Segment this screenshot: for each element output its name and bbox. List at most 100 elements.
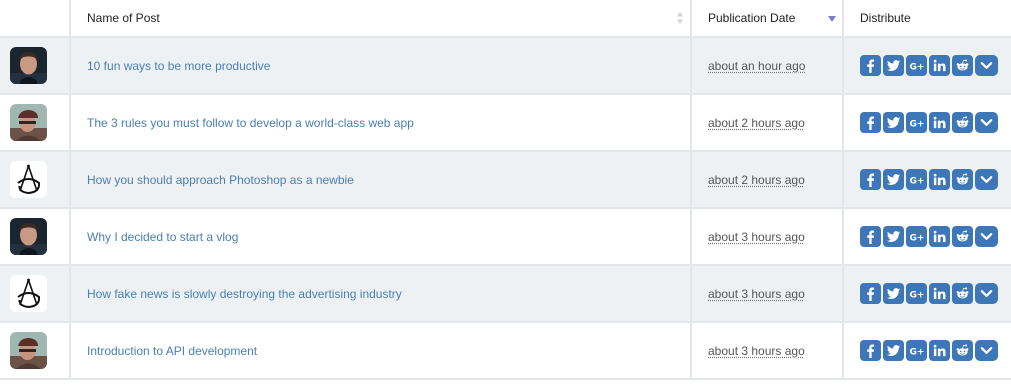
header-avatar-cell xyxy=(0,0,71,38)
post-title-link[interactable]: Introduction to API development xyxy=(87,344,257,358)
publication-date-cell: about 2 hours ago xyxy=(691,94,844,152)
chevron-down-icon[interactable] xyxy=(975,55,998,76)
table-row: How fake news is slowly destroying the a… xyxy=(0,265,1011,323)
facebook-icon[interactable] xyxy=(860,55,881,76)
publication-date: about an hour ago xyxy=(708,58,806,73)
header-name-of-post[interactable]: Name of Post xyxy=(70,0,692,38)
avatar xyxy=(10,218,47,255)
avatar-cell xyxy=(0,151,71,209)
avatar xyxy=(10,275,47,312)
linkedin-icon[interactable] xyxy=(929,55,950,76)
distribute-cell: G+ xyxy=(843,37,1011,95)
share-buttons: G+ xyxy=(860,340,1011,361)
google-plus-icon[interactable]: G+ xyxy=(906,283,927,304)
distribute-cell: G+ xyxy=(843,151,1011,209)
header-date-label: Publication Date xyxy=(708,11,796,25)
avatar-cell xyxy=(0,94,71,152)
avatar-cell xyxy=(0,37,71,95)
svg-text:G+: G+ xyxy=(909,233,924,243)
reddit-icon[interactable] xyxy=(952,226,973,247)
facebook-icon[interactable] xyxy=(860,340,881,361)
facebook-icon[interactable] xyxy=(860,169,881,190)
posts-table: Name of Post Publication Date Distribute… xyxy=(0,0,1011,380)
post-title-link[interactable]: The 3 rules you must follow to develop a… xyxy=(87,116,414,130)
post-title-link[interactable]: How you should approach Photoshop as a n… xyxy=(87,173,354,187)
share-buttons: G+ xyxy=(860,55,1011,76)
table-row: Why I decided to start a vlog about 3 hou… xyxy=(0,208,1011,266)
publication-date: about 3 hours ago xyxy=(708,343,805,358)
linkedin-icon[interactable] xyxy=(929,112,950,133)
table-row: The 3 rules you must follow to develop a… xyxy=(0,94,1011,152)
linkedin-icon[interactable] xyxy=(929,226,950,247)
facebook-icon[interactable] xyxy=(860,283,881,304)
post-name-cell: Why I decided to start a vlog xyxy=(70,208,692,266)
svg-text:G+: G+ xyxy=(909,347,924,357)
google-plus-icon[interactable]: G+ xyxy=(906,340,927,361)
sort-descending-icon[interactable] xyxy=(828,16,836,22)
google-plus-icon[interactable]: G+ xyxy=(906,226,927,247)
svg-text:G+: G+ xyxy=(909,176,924,186)
post-title-link[interactable]: Why I decided to start a vlog xyxy=(87,230,238,244)
post-name-cell: How fake news is slowly destroying the a… xyxy=(70,265,692,323)
post-name-cell: How you should approach Photoshop as a n… xyxy=(70,151,692,209)
publication-date-cell: about 3 hours ago xyxy=(691,322,844,380)
share-buttons: G+ xyxy=(860,226,1011,247)
publication-date: about 3 hours ago xyxy=(708,286,805,301)
post-name-cell: Introduction to API development xyxy=(70,322,692,380)
publication-date-cell: about 3 hours ago xyxy=(691,265,844,323)
sort-both-icon[interactable] xyxy=(676,10,684,26)
post-title-link[interactable]: 10 fun ways to be more productive xyxy=(87,59,270,73)
reddit-icon[interactable] xyxy=(952,169,973,190)
table-header-row: Name of Post Publication Date Distribute xyxy=(0,0,1011,38)
twitter-icon[interactable] xyxy=(883,112,904,133)
reddit-icon[interactable] xyxy=(952,283,973,304)
google-plus-icon[interactable]: G+ xyxy=(906,169,927,190)
distribute-cell: G+ xyxy=(843,94,1011,152)
avatar-cell xyxy=(0,208,71,266)
post-title-link[interactable]: How fake news is slowly destroying the a… xyxy=(87,287,402,301)
avatar xyxy=(10,332,47,369)
publication-date-cell: about an hour ago xyxy=(691,37,844,95)
twitter-icon[interactable] xyxy=(883,55,904,76)
reddit-icon[interactable] xyxy=(952,55,973,76)
post-name-cell: 10 fun ways to be more productive xyxy=(70,37,692,95)
distribute-cell: G+ xyxy=(843,208,1011,266)
publication-date: about 2 hours ago xyxy=(708,115,805,130)
twitter-icon[interactable] xyxy=(883,169,904,190)
svg-text:G+: G+ xyxy=(909,119,924,129)
distribute-cell: G+ xyxy=(843,265,1011,323)
chevron-down-icon[interactable] xyxy=(975,112,998,133)
reddit-icon[interactable] xyxy=(952,340,973,361)
publication-date-cell: about 2 hours ago xyxy=(691,151,844,209)
svg-text:G+: G+ xyxy=(909,62,924,72)
linkedin-icon[interactable] xyxy=(929,283,950,304)
avatar-cell xyxy=(0,265,71,323)
linkedin-icon[interactable] xyxy=(929,169,950,190)
table-row: 10 fun ways to be more productive about a… xyxy=(0,37,1011,95)
svg-text:G+: G+ xyxy=(909,290,924,300)
avatar xyxy=(10,47,47,84)
twitter-icon[interactable] xyxy=(883,226,904,247)
chevron-down-icon[interactable] xyxy=(975,340,998,361)
facebook-icon[interactable] xyxy=(860,112,881,133)
linkedin-icon[interactable] xyxy=(929,340,950,361)
header-name-label: Name of Post xyxy=(87,11,160,25)
chevron-down-icon[interactable] xyxy=(975,226,998,247)
header-publication-date[interactable]: Publication Date xyxy=(691,0,844,38)
avatar xyxy=(10,161,47,198)
avatar-cell xyxy=(0,322,71,380)
header-distribute: Distribute xyxy=(843,0,1011,38)
table-row: How you should approach Photoshop as a n… xyxy=(0,151,1011,209)
facebook-icon[interactable] xyxy=(860,226,881,247)
post-name-cell: The 3 rules you must follow to develop a… xyxy=(70,94,692,152)
twitter-icon[interactable] xyxy=(883,283,904,304)
reddit-icon[interactable] xyxy=(952,112,973,133)
chevron-down-icon[interactable] xyxy=(975,169,998,190)
publication-date-cell: about 3 hours ago xyxy=(691,208,844,266)
table-row: Introduction to API development about 3 h… xyxy=(0,322,1011,380)
twitter-icon[interactable] xyxy=(883,340,904,361)
chevron-down-icon[interactable] xyxy=(975,283,998,304)
google-plus-icon[interactable]: G+ xyxy=(906,112,927,133)
google-plus-icon[interactable]: G+ xyxy=(906,55,927,76)
share-buttons: G+ xyxy=(860,283,1011,304)
